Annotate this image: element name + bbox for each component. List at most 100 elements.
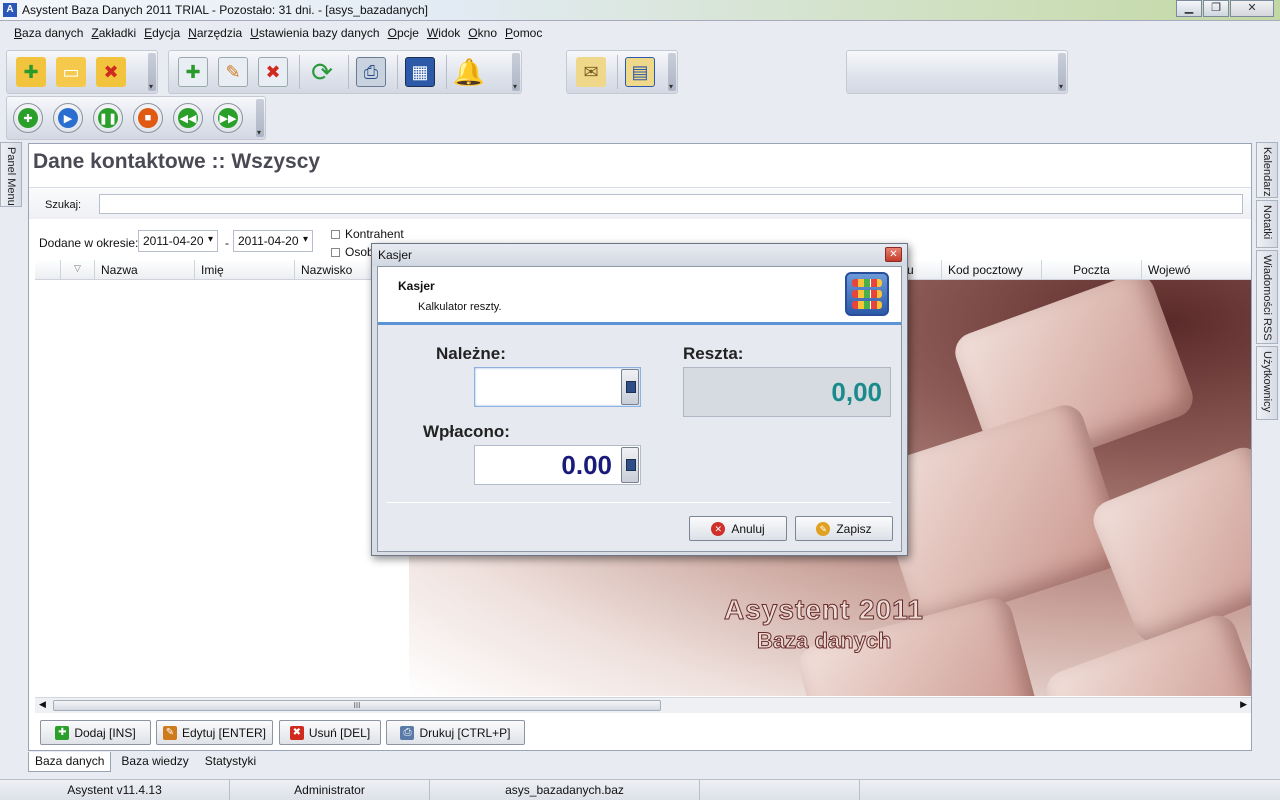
dialog-header-subtitle: Kalkulator reszty. — [418, 301, 502, 313]
add-record-button[interactable]: ✚ — [175, 54, 211, 90]
print-record-button[interactable]: ⎙ Drukuj [CTRL+P] — [386, 720, 525, 745]
scroll-thumb[interactable]: III — [53, 700, 661, 711]
search-row: Szukaj: — [29, 187, 1251, 219]
print-button[interactable]: ⎙ — [353, 54, 389, 90]
due-calculator-icon[interactable] — [621, 369, 639, 405]
save-icon: ✎ — [816, 521, 831, 536]
status-user: Administrator — [230, 780, 430, 800]
add-button[interactable]: ✚ Dodaj [INS] — [40, 720, 151, 745]
date-to-picker[interactable]: 2011-04-20 — [233, 230, 313, 252]
toolbar-grip[interactable] — [1058, 53, 1066, 91]
delete-folder-icon: ✖ — [96, 57, 126, 87]
media-play-button[interactable]: ▶ — [53, 103, 83, 133]
maximize-button[interactable]: ❐ — [1203, 0, 1229, 17]
toolbar-grip[interactable] — [668, 53, 676, 91]
toolbar-grip[interactable] — [148, 53, 156, 91]
scroll-left-icon[interactable]: ◀ — [39, 699, 46, 710]
column-wojewodztwo[interactable]: Wojewó — [1142, 260, 1202, 280]
column-poczta[interactable]: Poczta — [1042, 260, 1142, 280]
dialog-title: Kasjer — [378, 248, 413, 262]
column-imie[interactable]: Imię — [195, 260, 295, 280]
scroll-right-icon[interactable]: ▶ — [1240, 699, 1247, 710]
menu-opcje[interactable]: Opcje — [388, 26, 419, 46]
kontrahent-label: Kontrahent — [345, 227, 404, 241]
dialog-header: Kasjer Kalkulator reszty. — [378, 267, 901, 325]
paid-value: 0.00 — [561, 450, 612, 480]
edit-button[interactable]: ✎ Edytuj [ENTER] — [156, 720, 273, 745]
refresh-button[interactable]: ⟳ — [304, 54, 340, 90]
menu-narzedzia[interactable]: Narzędzia — [188, 26, 242, 46]
tab-baza-danych[interactable]: Baza danych — [28, 752, 112, 772]
delete-folder-button[interactable]: ✖ — [93, 54, 129, 90]
sort-column[interactable]: ▽ — [61, 260, 95, 280]
due-input[interactable] — [474, 367, 641, 407]
calendar-label: Kalendarz — [1261, 147, 1273, 197]
fast-forward-icon: ▶▶ — [218, 108, 238, 128]
refresh-icon: ⟳ — [311, 56, 333, 87]
notes-label: Notatki — [1261, 205, 1273, 240]
menu-widok[interactable]: Widok — [427, 26, 460, 46]
status-empty — [700, 780, 860, 800]
kontrahent-checkbox[interactable]: Kontrahent — [331, 227, 404, 241]
calculator-button[interactable]: ▦ — [402, 54, 438, 90]
tab-statystyki[interactable]: Statystyki — [199, 752, 262, 772]
menu-ustawienia[interactable]: Ustawienia bazy danych — [250, 26, 379, 46]
status-empty — [860, 780, 1280, 800]
media-stop-button[interactable]: ■ — [133, 103, 163, 133]
menu-zakladki[interactable]: Zakładki — [91, 26, 136, 46]
delete-icon: ✖ — [289, 725, 304, 740]
tab-baza-wiedzy[interactable]: Baza wiedzy — [115, 752, 194, 772]
paid-calculator-icon[interactable] — [621, 447, 639, 483]
save-label: Zapisz — [836, 521, 872, 536]
documents-icon: ▤ — [625, 57, 655, 87]
close-window-button[interactable]: ✕ — [1230, 0, 1274, 17]
open-folder-button[interactable]: ▭ — [53, 54, 89, 90]
minimize-button[interactable]: ▁ — [1176, 0, 1202, 17]
media-forward-button[interactable]: ▶▶ — [213, 103, 243, 133]
edit-record-button[interactable]: ✎ — [215, 54, 251, 90]
toolbar-media: ✚ ▶ ❚❚ ■ ◀◀ ▶▶ — [6, 96, 266, 140]
change-label: Reszta: — [683, 344, 744, 363]
cancel-icon: ✕ — [711, 521, 726, 536]
date-from-picker[interactable]: 2011-04-20 — [138, 230, 218, 252]
cancel-button[interactable]: ✕ Anuluj — [689, 516, 787, 541]
new-folder-button[interactable]: ✚ — [13, 54, 49, 90]
media-pause-button[interactable]: ❚❚ — [93, 103, 123, 133]
horizontal-scrollbar[interactable]: ◀ III ▶ — [35, 697, 1251, 713]
column-kod-pocztowy[interactable]: Kod pocztowy — [942, 260, 1042, 280]
delete-record-button[interactable]: ✖ — [255, 54, 291, 90]
osoba-checkbox[interactable]: Osob — [331, 245, 374, 259]
brand-title: Asystent 2011 — [724, 594, 924, 626]
media-add-button[interactable]: ✚ — [13, 103, 43, 133]
paid-input[interactable]: 0.00 — [474, 445, 641, 485]
menu-pomoc[interactable]: Pomoc — [505, 26, 542, 46]
dialog-close-icon[interactable]: ✕ — [885, 247, 902, 262]
toolbar-empty — [846, 50, 1068, 94]
search-input[interactable] — [99, 194, 1243, 214]
separator — [446, 55, 447, 89]
menu-okno[interactable]: Okno — [468, 26, 497, 46]
messages-button[interactable]: ✉ — [573, 54, 609, 90]
rss-tab[interactable]: Wiadomości RSS — [1256, 250, 1278, 344]
cancel-label: Anuluj — [731, 521, 765, 536]
dialog-body: Kasjer Kalkulator reszty. Należne: Reszt… — [377, 266, 902, 552]
save-button[interactable]: ✎ Zapisz — [795, 516, 893, 541]
play-icon: ▶ — [58, 108, 78, 128]
change-value: 0,00 — [831, 377, 882, 407]
menu-edycja[interactable]: Edycja — [144, 26, 180, 46]
delete-button[interactable]: ✖ Usuń [DEL] — [279, 720, 381, 745]
dialog-separator — [386, 502, 891, 503]
documents-button[interactable]: ▤ — [622, 54, 658, 90]
change-display: 0,00 — [683, 367, 891, 417]
toolbar-grip[interactable] — [256, 99, 264, 137]
media-rewind-button[interactable]: ◀◀ — [173, 103, 203, 133]
users-tab[interactable]: Użytkownicy — [1256, 346, 1278, 420]
notes-tab[interactable]: Notatki — [1256, 200, 1278, 248]
reminder-button[interactable]: 🔔 — [451, 54, 487, 90]
toolbar-messages: ✉ ▤ — [566, 50, 678, 94]
panel-menu-tab[interactable]: Panel Menu — [0, 142, 22, 207]
toolbar-grip[interactable] — [512, 53, 520, 91]
calendar-tab[interactable]: Kalendarz — [1256, 142, 1278, 198]
column-nazwa[interactable]: Nazwa — [95, 260, 195, 280]
menu-baza-danych[interactable]: Baza danych — [14, 26, 83, 46]
